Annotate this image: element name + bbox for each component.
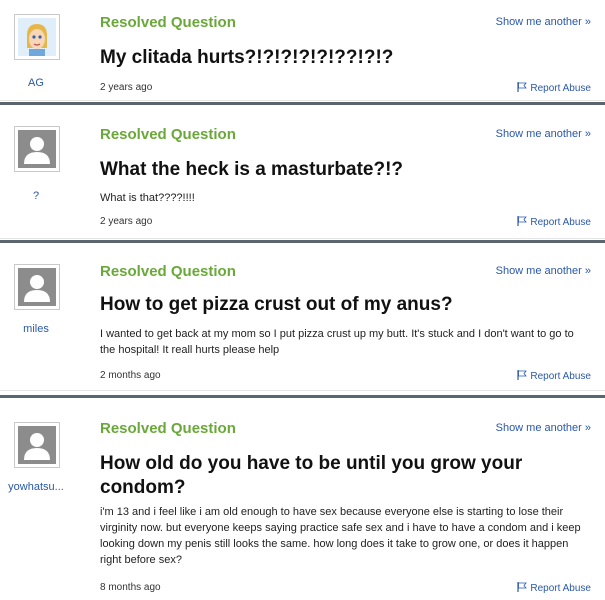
default-user-icon: [18, 130, 56, 168]
avatar[interactable]: [14, 264, 60, 310]
username[interactable]: yowhatsu...: [0, 481, 72, 493]
flag-icon: [517, 216, 528, 226]
username[interactable]: miles: [0, 323, 72, 335]
divider: [0, 102, 605, 105]
question-title: What the heck is a masturbate?!?: [100, 159, 404, 180]
default-user-icon: [18, 268, 56, 306]
resolved-label: Resolved Question: [100, 14, 236, 31]
username[interactable]: ?: [0, 190, 72, 202]
question-age: 2 years ago: [100, 82, 153, 93]
question-details: I wanted to get back at my mom so I put …: [100, 328, 574, 356]
username[interactable]: AG: [0, 77, 72, 89]
question-title: How old do you have to be until you grow…: [100, 453, 523, 498]
question-title: How to get pizza crust out of my anus?: [100, 294, 453, 315]
cartoon-avatar-icon: [18, 18, 56, 56]
avatar[interactable]: [14, 14, 60, 60]
resolved-label: Resolved Question: [100, 126, 236, 143]
default-user-icon: [18, 426, 56, 464]
show-another-link[interactable]: Show me another »: [496, 16, 591, 28]
report-abuse-link[interactable]: Report Abuse: [517, 82, 591, 94]
report-abuse-label[interactable]: Report Abuse: [530, 371, 591, 382]
question-card: AG Resolved Question Show me another » M…: [0, 0, 605, 101]
report-abuse-link[interactable]: Report Abuse: [517, 582, 591, 594]
report-abuse-label[interactable]: Report Abuse: [530, 217, 591, 228]
report-abuse-label[interactable]: Report Abuse: [530, 583, 591, 594]
report-abuse-link[interactable]: Report Abuse: [517, 216, 591, 228]
question-age: 2 months ago: [100, 370, 161, 381]
report-abuse-label[interactable]: Report Abuse: [530, 83, 591, 94]
question-details: i'm 13 and i feel like i am old enough t…: [100, 506, 581, 566]
question-card: ? Resolved Question Show me another » Wh…: [0, 110, 605, 239]
flag-icon: [517, 370, 528, 380]
avatar[interactable]: [14, 422, 60, 468]
flag-icon: [517, 582, 528, 592]
show-another-link[interactable]: Show me another »: [496, 422, 591, 434]
show-another-link[interactable]: Show me another »: [496, 128, 591, 140]
report-abuse-link[interactable]: Report Abuse: [517, 370, 591, 382]
question-age: 2 years ago: [100, 216, 153, 227]
divider: [0, 240, 605, 243]
question-title: My clitada hurts?!?!?!?!?!??!?!?: [100, 47, 394, 68]
avatar[interactable]: [14, 126, 60, 172]
question-age: 8 months ago: [100, 582, 161, 593]
question-card: miles Resolved Question Show me another …: [0, 248, 605, 391]
divider: [0, 395, 605, 398]
resolved-label: Resolved Question: [100, 420, 236, 437]
question-details: What is that????!!!!: [100, 192, 195, 204]
resolved-label: Resolved Question: [100, 263, 236, 280]
flag-icon: [517, 82, 528, 92]
question-card: yowhatsu... Resolved Question Show me an…: [0, 402, 605, 600]
show-another-link[interactable]: Show me another »: [496, 265, 591, 277]
